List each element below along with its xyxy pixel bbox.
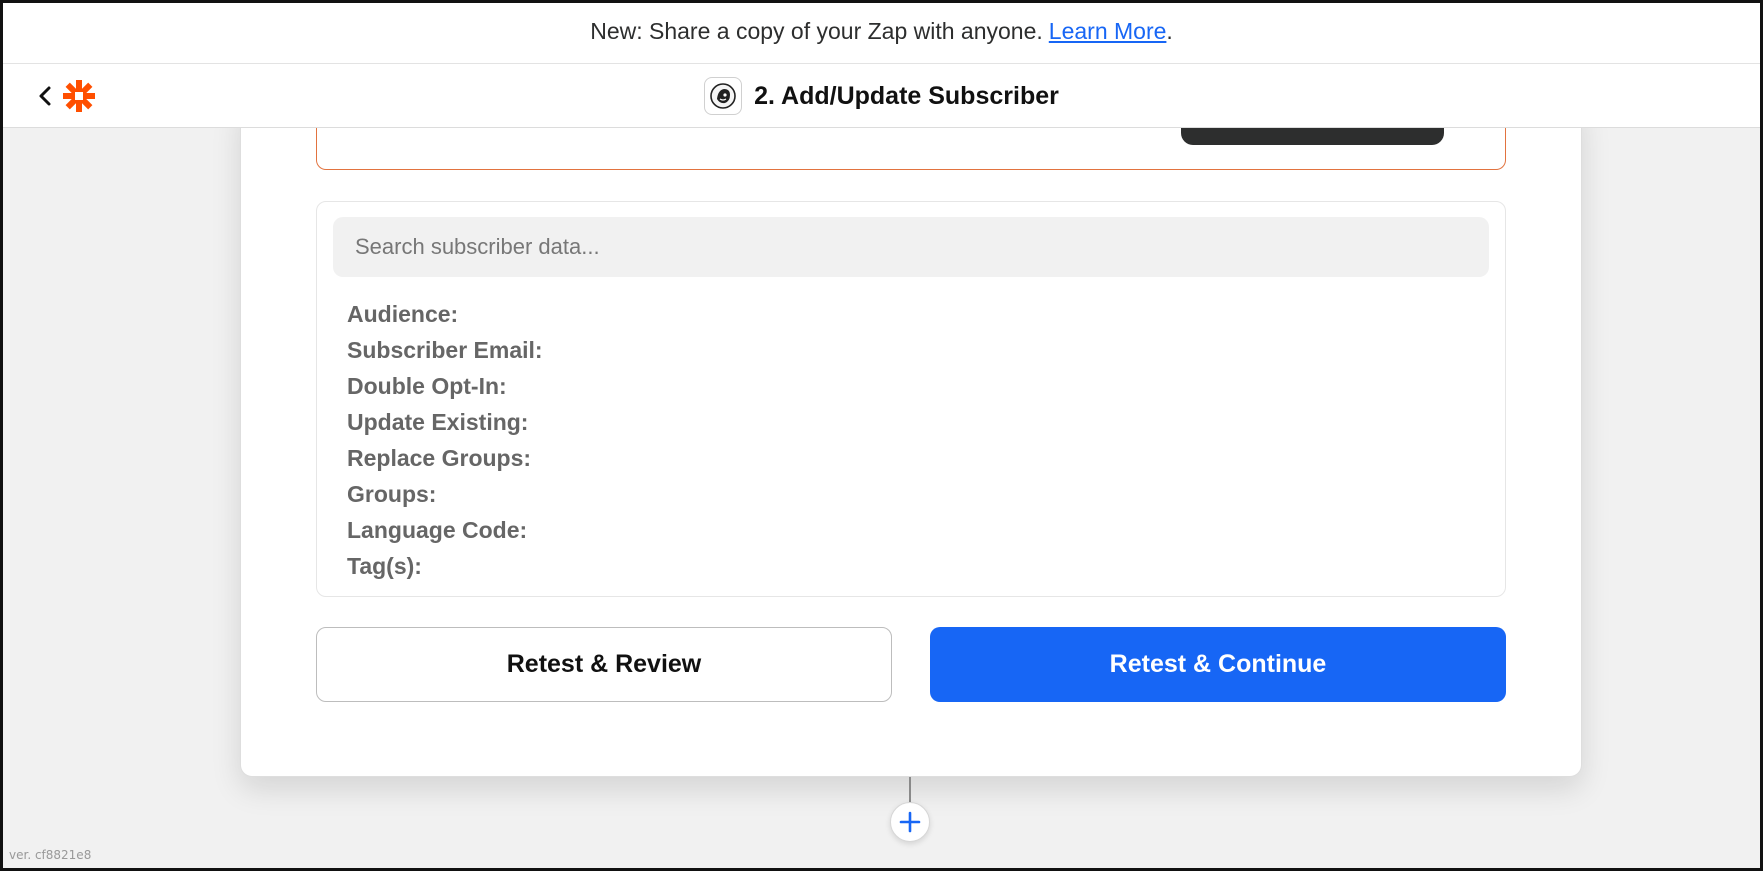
step-title-group: 2. Add/Update Subscriber	[0, 64, 1763, 128]
plus-icon	[899, 811, 921, 833]
search-input[interactable]	[333, 217, 1489, 277]
step-connector-line	[909, 777, 911, 802]
banner-suffix: .	[1166, 18, 1173, 44]
field-list: Audience: Subscriber Email: Double Opt-I…	[347, 296, 543, 584]
field-subscriber-email: Subscriber Email:	[347, 337, 543, 363]
field-double-opt-in: Double Opt-In:	[347, 373, 507, 399]
field-update-existing: Update Existing:	[347, 409, 529, 435]
subscriber-data-panel: Audience: Subscriber Email: Double Opt-I…	[316, 201, 1506, 597]
version-label: ver. cf8821e8	[9, 848, 92, 862]
step-title: 2. Add/Update Subscriber	[754, 81, 1059, 110]
step-card: Audience: Subscriber Email: Double Opt-I…	[240, 100, 1582, 777]
field-tags: Tag(s):	[347, 553, 422, 579]
editor-header: 2. Add/Update Subscriber	[0, 64, 1763, 128]
field-groups: Groups:	[347, 481, 437, 507]
mailchimp-icon	[704, 77, 743, 115]
field-language-code: Language Code:	[347, 517, 528, 543]
announcement-banner: New: Share a copy of your Zap with anyon…	[0, 0, 1763, 64]
add-step-button[interactable]	[890, 802, 930, 842]
field-audience: Audience:	[347, 301, 459, 327]
retest-continue-button[interactable]: Retest & Continue	[930, 627, 1506, 702]
field-replace-groups: Replace Groups:	[347, 445, 532, 471]
retest-review-button[interactable]: Retest & Review	[316, 627, 892, 702]
banner-text: New: Share a copy of your Zap with anyon…	[590, 18, 1043, 44]
learn-more-link[interactable]: Learn More	[1049, 18, 1167, 45]
